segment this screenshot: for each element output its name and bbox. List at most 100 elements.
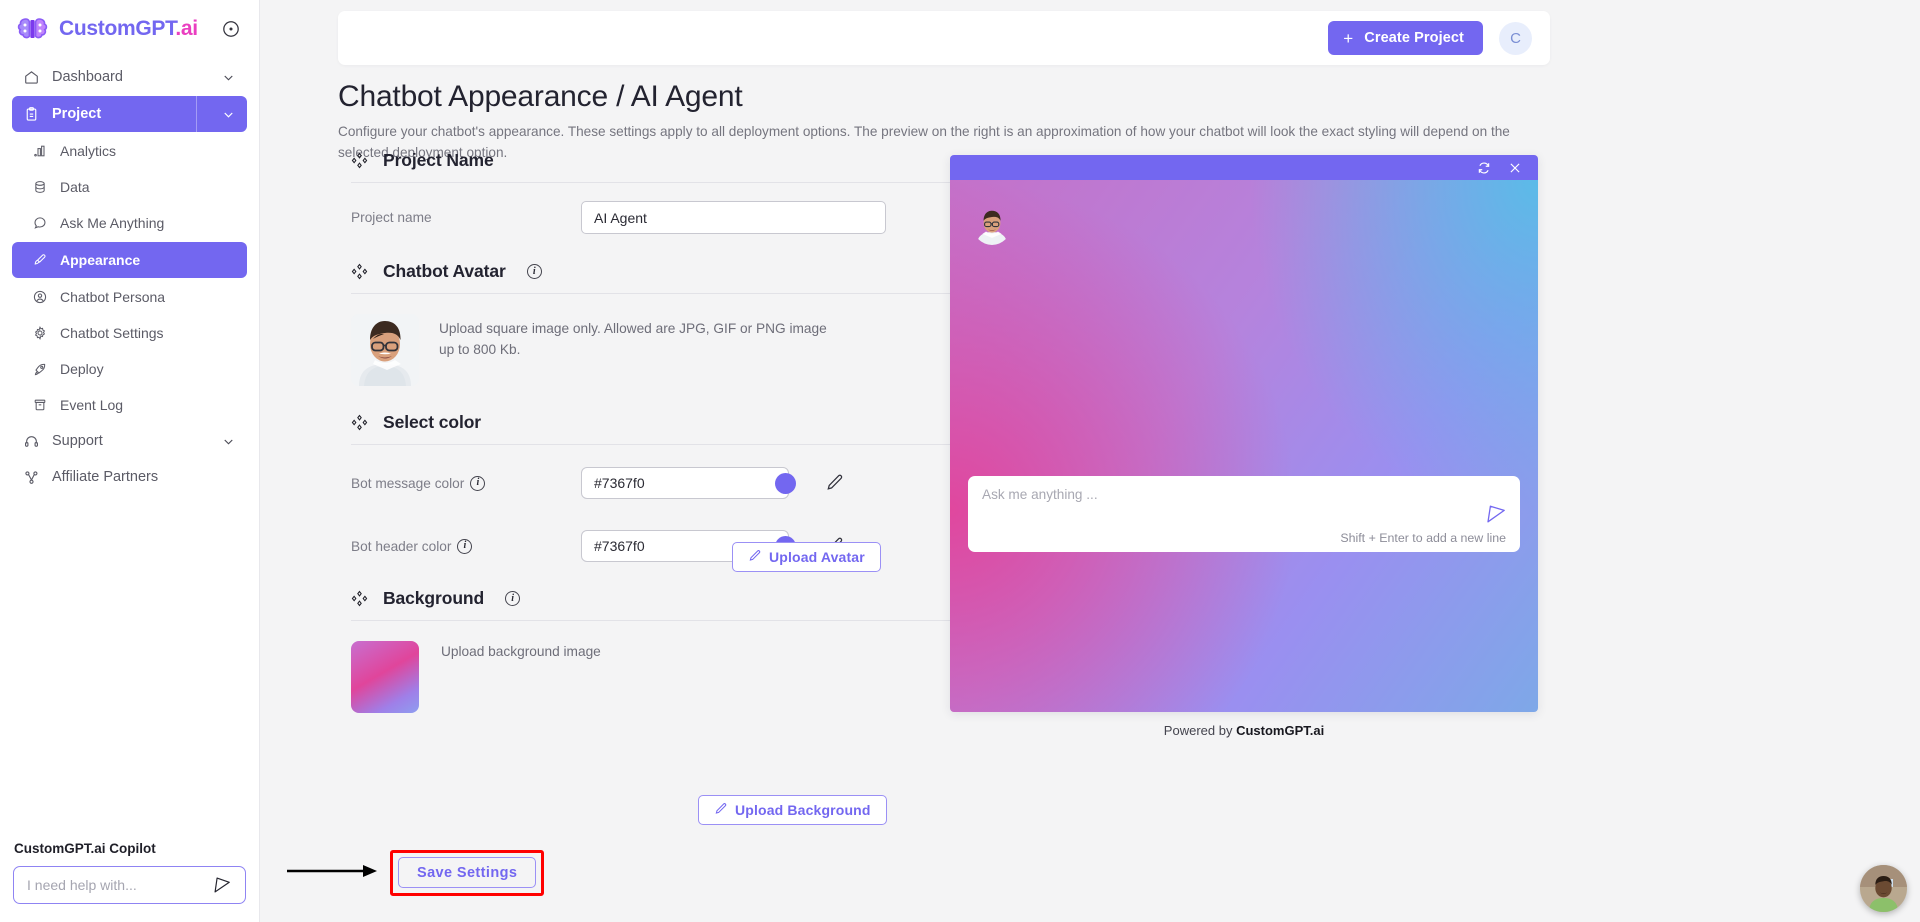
create-project-label: Create Project: [1364, 30, 1464, 46]
refresh-icon[interactable]: [1477, 161, 1491, 175]
bot-header-color-label: Bot header color: [351, 538, 452, 554]
sidebar-item-ask-me-anything[interactable]: Ask Me Anything: [12, 206, 247, 240]
divider: [351, 293, 1003, 294]
chatbot-preview: Ask me anything ... Shift + Enter to add…: [950, 155, 1538, 712]
sidebar-item-project[interactable]: Project: [12, 96, 247, 132]
rocket-icon: [32, 360, 48, 378]
sidebar-item-chatbot-settings[interactable]: Chatbot Settings: [12, 316, 247, 350]
copilot-input-wrapper[interactable]: [13, 866, 246, 904]
section-header: Project Name: [338, 150, 1003, 171]
divider: [351, 620, 1003, 621]
chevron-down-icon[interactable]: [219, 432, 237, 450]
collapse-sidebar-icon[interactable]: [221, 19, 241, 39]
brand-header: CustomGPT.ai: [0, 0, 259, 56]
background-upload-row: Upload background image: [338, 641, 1003, 713]
info-icon[interactable]: i: [457, 538, 473, 554]
section-title: Background: [383, 588, 485, 608]
divider: [351, 444, 1003, 445]
section-header: Select color: [338, 412, 1003, 433]
edit-bot-message-color-icon[interactable]: [825, 473, 845, 493]
paper-plane-icon[interactable]: [1485, 503, 1507, 525]
save-settings-highlight: Save Settings: [390, 850, 545, 896]
sidebar-item-label: Data: [60, 179, 90, 195]
support-chat-fab[interactable]: [1860, 865, 1907, 912]
sidebar-item-data[interactable]: Data: [12, 170, 247, 204]
sidebar-item-analytics[interactable]: Analytics: [12, 134, 247, 168]
copilot-input[interactable]: [27, 877, 211, 893]
sidebar-nav: Dashboard Project Analytics Data Ask Me …: [0, 56, 259, 494]
paper-plane-icon[interactable]: [211, 875, 232, 896]
preview-chat-hint: Shift + Enter to add a new line: [1340, 531, 1506, 545]
plus-icon: +: [1343, 28, 1354, 48]
pencil-icon: [714, 802, 728, 819]
sidebar-item-label: Chatbot Settings: [60, 325, 164, 341]
section-select-color: Select color Bot message color i #7367f0…: [338, 412, 1003, 562]
info-icon[interactable]: i: [526, 264, 542, 279]
chevron-down-icon[interactable]: [209, 96, 247, 132]
main-content: + Create Project C Chatbot Appearance / …: [260, 0, 1920, 922]
bot-header-color-row: Bot header color i: [338, 530, 1003, 562]
paint-brush-icon: [32, 251, 48, 269]
four-dots-icon: [351, 263, 368, 280]
bot-message-color-label-wrap: Bot message color i: [351, 475, 581, 491]
sidebar-item-affiliate-partners[interactable]: Affiliate Partners: [12, 460, 247, 494]
sidebar-item-deploy[interactable]: Deploy: [12, 352, 247, 386]
section-project-name: Project Name Project name: [338, 150, 1003, 234]
database-icon: [32, 178, 48, 196]
chatbot-avatar-description: Upload square image only. Allowed are JP…: [439, 321, 827, 357]
avatar-upload-row: Upload square image only. Allowed are JP…: [338, 314, 1003, 386]
top-bar: + Create Project C: [338, 11, 1550, 65]
four-dots-icon: [351, 590, 368, 607]
section-header: Background i: [338, 588, 1003, 609]
sidebar-item-label: Deploy: [60, 361, 104, 377]
chatbot-avatar-preview: [351, 314, 419, 386]
arrow-right-icon: [287, 864, 379, 878]
upload-avatar-label: Upload Avatar: [769, 549, 865, 565]
bot-header-color-label-wrap: Bot header color i: [351, 538, 581, 554]
bot-message-color-field[interactable]: [581, 467, 796, 499]
section-title: Select color: [383, 412, 482, 432]
close-icon[interactable]: [1508, 161, 1522, 175]
save-settings-area: Save Settings: [287, 850, 545, 896]
bot-message-color-swatch[interactable]: [775, 472, 796, 494]
background-description: Upload background image: [441, 644, 601, 659]
sidebar-item-label: Ask Me Anything: [60, 215, 165, 231]
user-avatar-initial: C: [1510, 29, 1521, 47]
sidebar-item-label: Chatbot Persona: [60, 289, 166, 305]
sidebar-item-label: Event Log: [60, 397, 124, 413]
sidebar-item-dashboard[interactable]: Dashboard: [12, 60, 247, 94]
upload-avatar-wrapper: Upload Avatar: [732, 542, 881, 572]
save-settings-button[interactable]: Save Settings: [398, 857, 537, 888]
powered-by: Powered by CustomGPT.ai: [950, 723, 1538, 738]
sidebar-item-appearance[interactable]: Appearance: [12, 242, 247, 278]
bot-message-color-label: Bot message color: [351, 475, 465, 491]
copilot-panel: CustomGPT.ai Copilot: [0, 841, 259, 922]
chevron-down-icon[interactable]: [219, 68, 237, 86]
upload-background-button[interactable]: Upload Background: [698, 795, 887, 825]
preview-chat-input-box[interactable]: Ask me anything ... Shift + Enter to add…: [968, 476, 1520, 552]
powered-by-brand: CustomGPT.ai: [1236, 723, 1325, 738]
pencil-icon: [748, 549, 762, 566]
divider: [196, 96, 197, 132]
user-avatar[interactable]: C: [1499, 21, 1532, 55]
sidebar-item-label: Appearance: [60, 252, 141, 268]
upload-background-label: Upload Background: [735, 802, 871, 818]
bot-message-color-row: Bot message color i: [338, 467, 1003, 499]
upload-avatar-button[interactable]: Upload Avatar: [732, 542, 881, 572]
brand-name-suffix: .ai: [175, 17, 198, 40]
bot-message-color-input[interactable]: [594, 475, 775, 491]
info-icon[interactable]: i: [470, 475, 486, 491]
upload-background-wrapper: Upload Background: [698, 795, 887, 825]
project-name-input[interactable]: [581, 201, 886, 234]
page-title: Chatbot Appearance / AI Agent: [338, 80, 743, 113]
four-dots-icon: [351, 152, 368, 169]
section-background: Background i Upload background image Upl…: [338, 588, 1003, 825]
sidebar-item-chatbot-persona[interactable]: Chatbot Persona: [12, 280, 247, 314]
home-icon: [22, 68, 40, 86]
preview-header-bar: [950, 155, 1538, 180]
sidebar-item-support[interactable]: Support: [12, 424, 247, 458]
section-header: Chatbot Avatar i: [338, 261, 1003, 282]
sidebar-item-event-log[interactable]: Event Log: [12, 388, 247, 422]
create-project-button[interactable]: + Create Project: [1328, 21, 1483, 55]
info-icon[interactable]: i: [505, 591, 521, 606]
